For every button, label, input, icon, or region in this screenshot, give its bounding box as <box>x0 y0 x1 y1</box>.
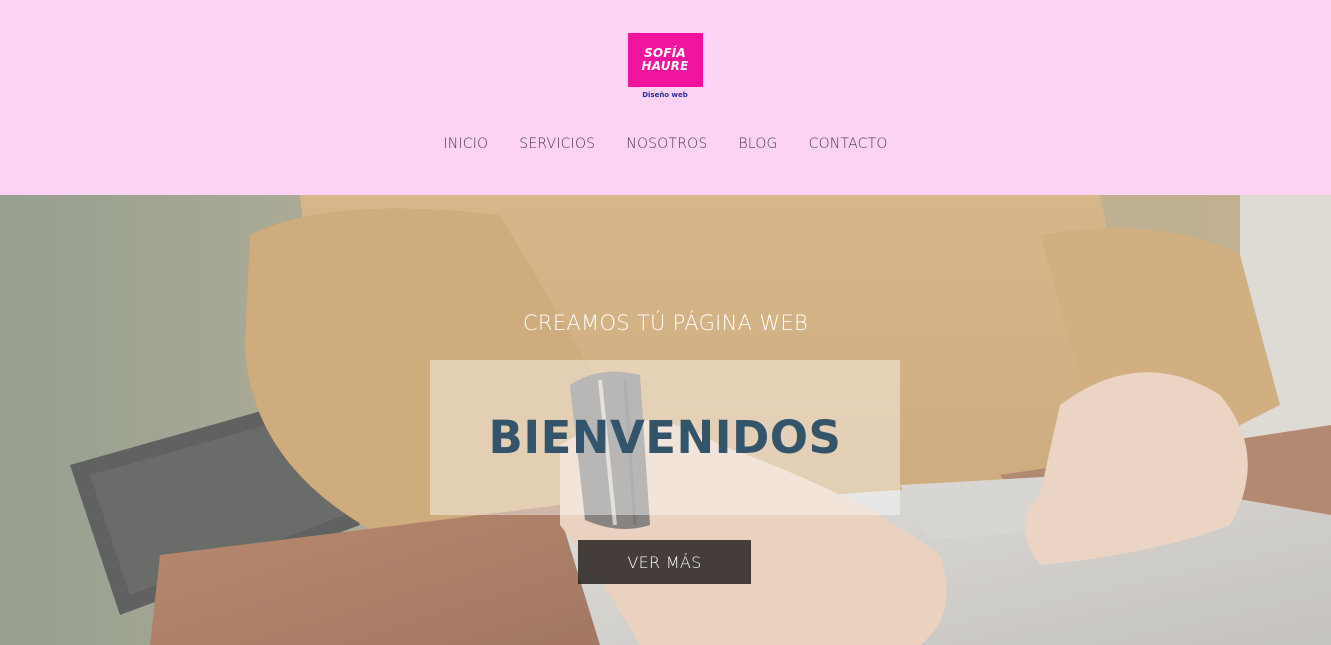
nav-item-blog[interactable]: BLOG <box>738 134 777 158</box>
brand-logo[interactable]: SOFÍA HAURE Diseño web <box>627 33 703 101</box>
logo-mark: SOFÍA HAURE <box>627 33 703 87</box>
nav-item-contacto[interactable]: CONTACTO <box>809 134 888 158</box>
ver-mas-button[interactable]: VER MÁS <box>578 540 751 584</box>
nav-item-nosotros[interactable]: NOSOTROS <box>626 134 707 158</box>
site-header: SOFÍA HAURE Diseño web INICIO SERVICIOS … <box>0 0 1331 195</box>
logo-tagline: Diseño web <box>642 91 688 99</box>
main-nav: INICIO SERVICIOS NOSOTROS BLOG CONTACTO <box>0 134 1331 158</box>
hero-subtitle: CREAMOS TÚ PÁGINA WEB <box>522 311 809 335</box>
hero-title-panel: BIENVENIDOS <box>430 360 900 515</box>
logo-name-line2: HAURE <box>641 59 689 73</box>
hero-title: BIENVENIDOS <box>488 411 842 464</box>
hero-section: CREAMOS TÚ PÁGINA WEB BIENVENIDOS VER MÁ… <box>0 195 1331 645</box>
nav-item-inicio[interactable]: INICIO <box>443 134 488 158</box>
nav-item-servicios[interactable]: SERVICIOS <box>519 134 595 158</box>
